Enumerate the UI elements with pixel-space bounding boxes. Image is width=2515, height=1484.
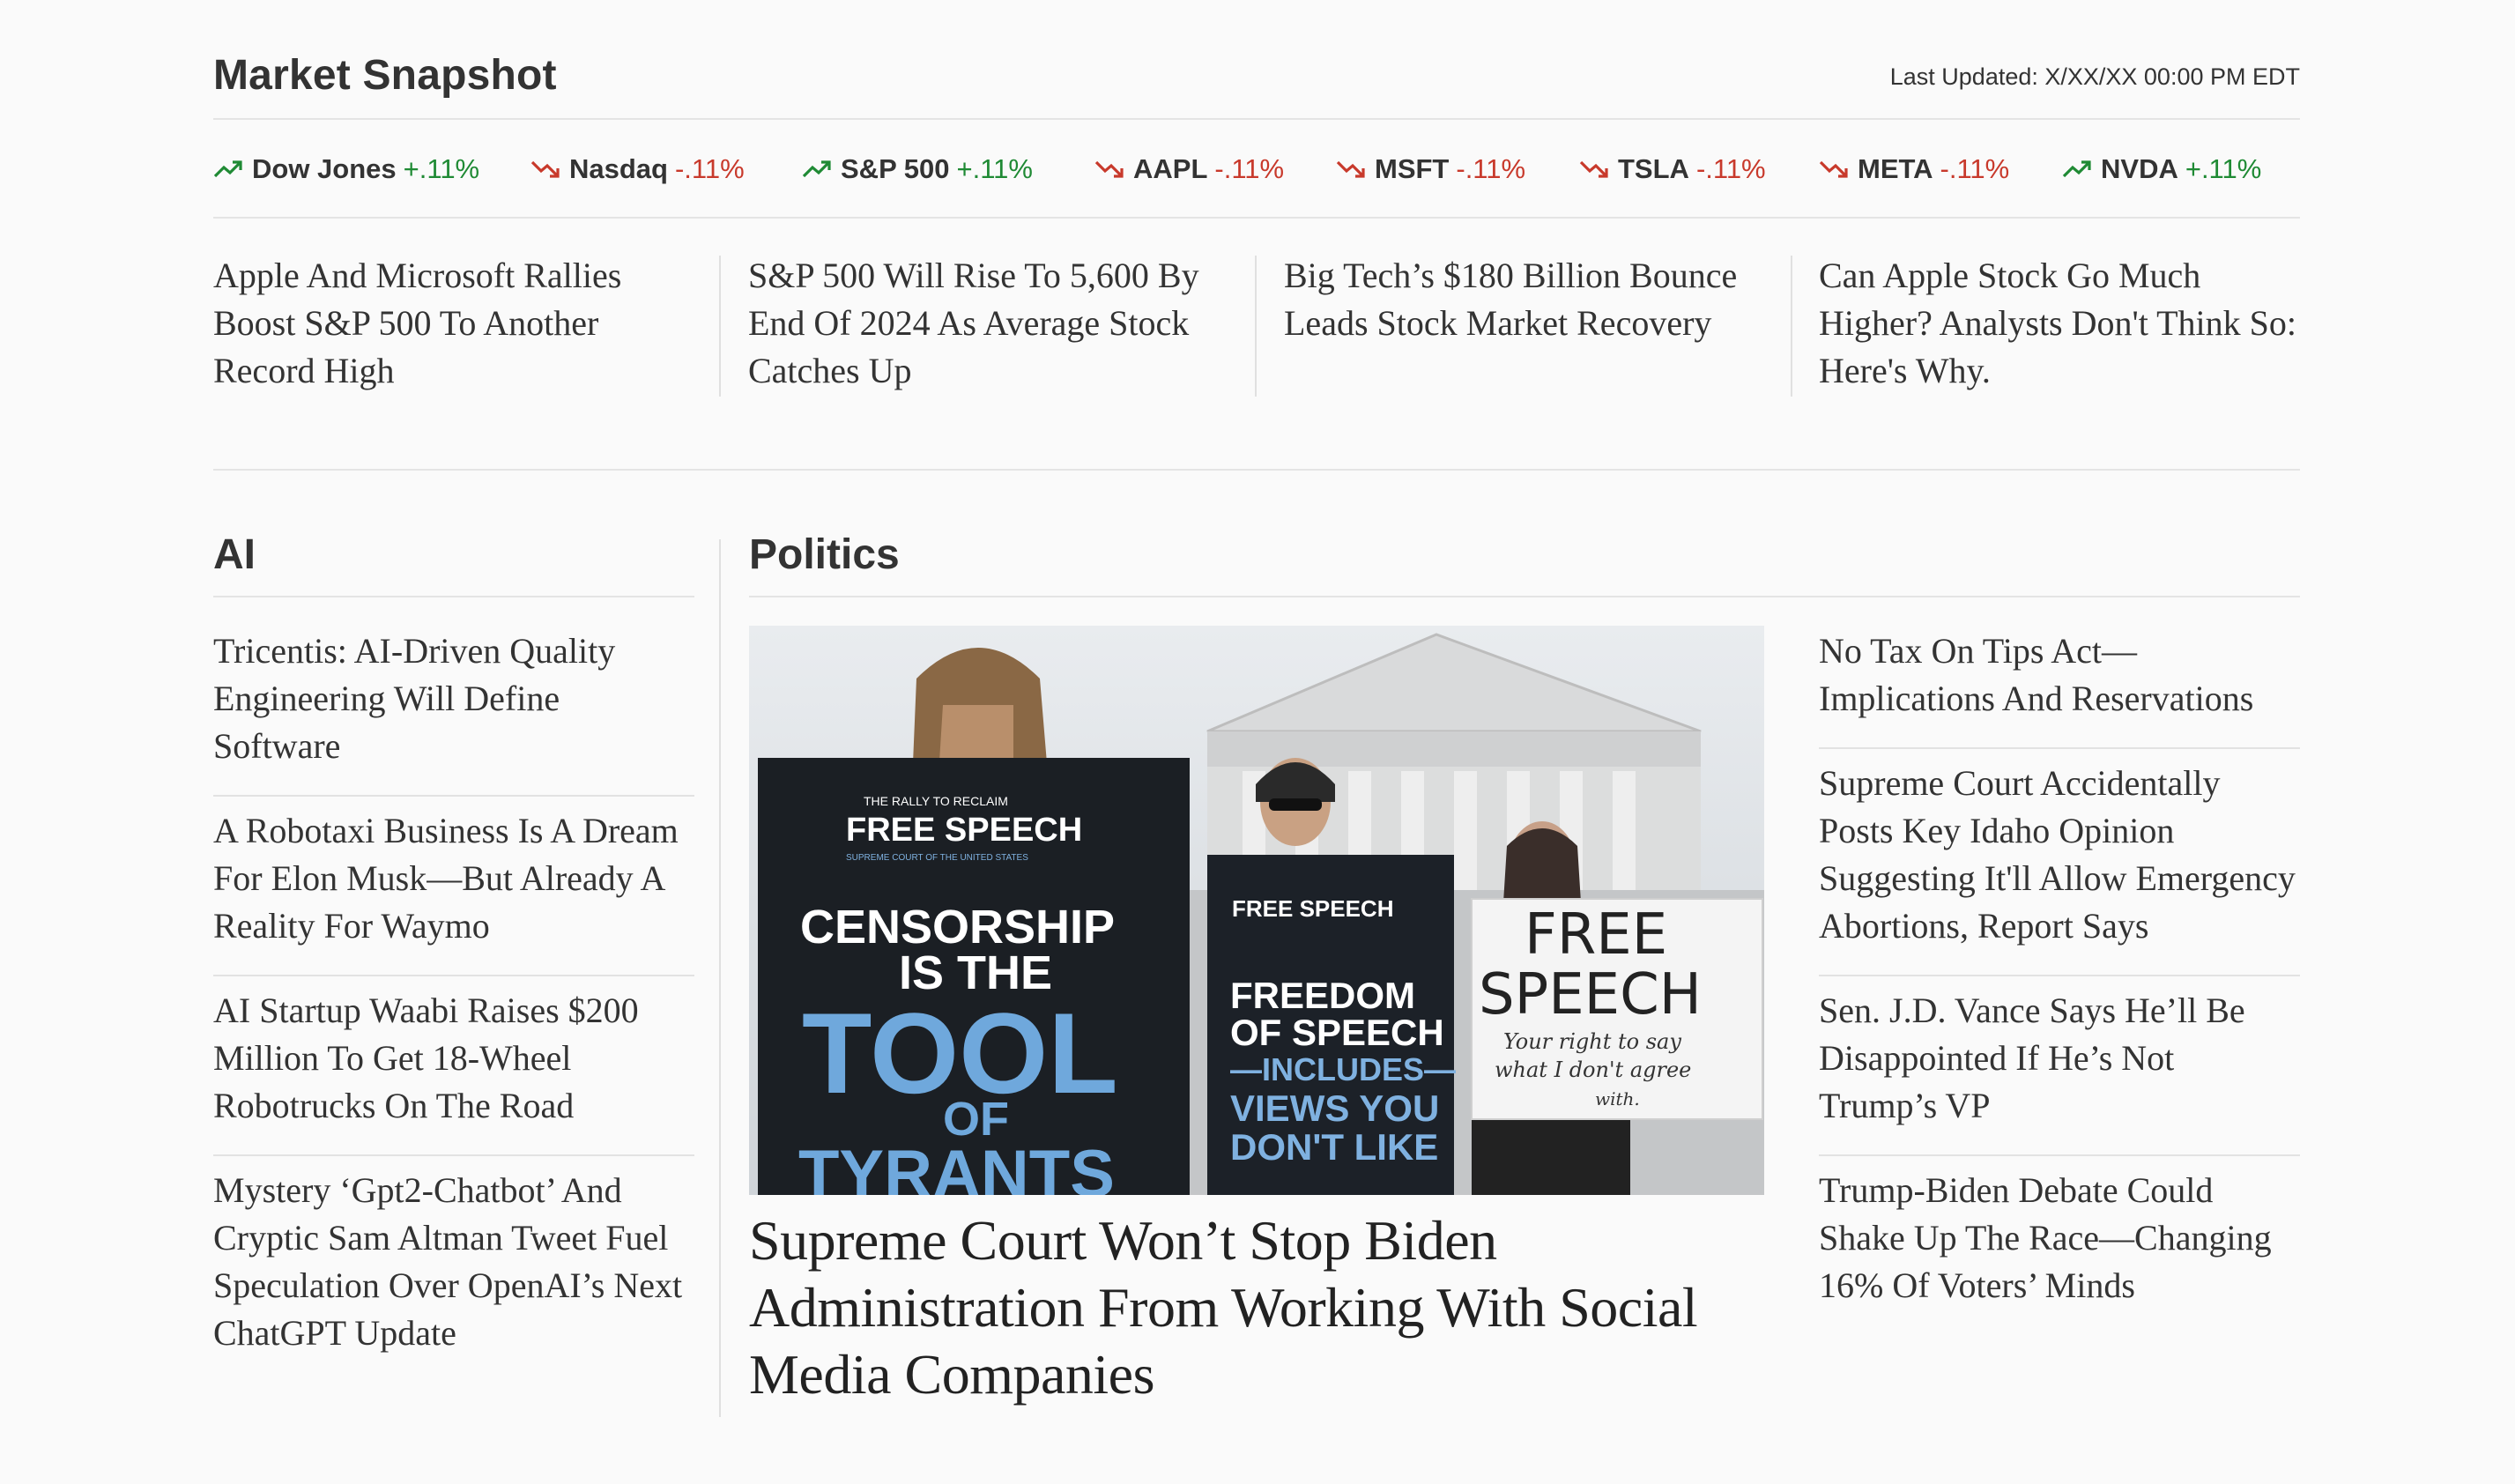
ticker-name: META (1858, 153, 1933, 184)
politics-section-title[interactable]: Politics (749, 531, 900, 579)
ai-section-title[interactable]: AI (213, 531, 256, 579)
ticker-name: AAPL (1133, 153, 1208, 184)
sign-text: what I don't agree (1495, 1057, 1691, 1082)
protest-photo: THE RALLY TO RECLAIM FREE SPEECH SUPREME… (749, 626, 1764, 1195)
trending-up-icon (2062, 160, 2091, 178)
trending-down-icon (1094, 160, 1124, 178)
story-title: AI Startup Waabi Raises $200 Million To … (213, 991, 639, 1125)
ticker-change: -.11% (674, 153, 745, 184)
trending-down-icon (530, 160, 560, 178)
ticker-name: Dow Jones (252, 153, 397, 184)
ticker-sp500[interactable]: S&P 500 +.11% (802, 150, 1033, 189)
story-title: Supreme Court Accidentally Posts Key Ida… (1819, 763, 2296, 946)
story-title: Mystery ‘Gpt2-Chatbot’ And Cryptic Sam A… (213, 1170, 683, 1353)
divider (213, 217, 2300, 219)
column-divider (1255, 256, 1257, 397)
politics-story[interactable]: Supreme Court Accidentally Posts Key Ida… (1819, 749, 2300, 976)
market-headlines: Apple And Microsoft Rallies Boost S&P 50… (213, 252, 2300, 398)
ticker-tsla[interactable]: TSLA -.11% (1579, 150, 1766, 189)
ticker-change: -.11% (1940, 153, 2010, 184)
ticker-meta[interactable]: META -.11% (1819, 150, 2009, 189)
ticker-change: +.11% (956, 153, 1033, 184)
ticker-dow-jones[interactable]: Dow Jones +.11% (213, 150, 479, 189)
trending-up-icon (213, 160, 242, 178)
market-snapshot-title: Market Snapshot (213, 52, 557, 99)
ticker-aapl[interactable]: AAPL -.11% (1094, 150, 1284, 189)
market-headline[interactable]: S&P 500 Will Rise To 5,600 By End Of 202… (748, 252, 1224, 398)
ticker-name: TSLA (1618, 153, 1689, 184)
sign-text: Your right to say (1503, 1029, 1681, 1054)
sign-text: FREE (1525, 902, 1667, 968)
divider (749, 596, 2300, 597)
sign-text: FREE SPEECH (846, 812, 1082, 849)
ticker-name: NVDA (2101, 153, 2178, 184)
trending-down-icon (1336, 160, 1365, 178)
market-headline[interactable]: Apple And Microsoft Rallies Boost S&P 50… (213, 252, 689, 398)
sign-text: VIEWS YOU (1230, 1087, 1439, 1129)
column-divider (1791, 256, 1792, 397)
sign-text: with. (1595, 1088, 1640, 1109)
sign-text: TYRANTS (798, 1137, 1115, 1195)
ticker-change: +.11% (403, 153, 480, 184)
sign-text: DON'T LIKE (1230, 1126, 1438, 1168)
market-header: Market Snapshot Last Updated: X/XX/XX 00… (213, 51, 2300, 108)
story-title: Tricentis: AI-Driven Quality Engineering… (213, 631, 616, 766)
story-title: Sen. J.D. Vance Says He’ll Be Disappoint… (1819, 991, 2245, 1125)
sign-text: FREE SPEECH (1232, 895, 1394, 922)
headline-text: Big Tech’s $180 Billion Bounce Leads Sto… (1284, 256, 1738, 343)
trending-down-icon (1579, 160, 1608, 178)
lead-story-photo[interactable]: THE RALLY TO RECLAIM FREE SPEECH SUPREME… (749, 626, 1764, 1195)
politics-story[interactable]: No Tax On Tips Act—Implications And Rese… (1819, 617, 2300, 749)
last-updated-text: Last Updated: X/XX/XX 00:00 PM EDT (1889, 63, 2300, 90)
ticker-msft[interactable]: MSFT -.11% (1336, 150, 1525, 189)
headline-text: Can Apple Stock Go Much Higher? Analysts… (1819, 256, 2297, 390)
ticker-change: -.11% (1214, 153, 1285, 184)
ai-story-list: Tricentis: AI-Driven Quality Engineering… (213, 617, 694, 1382)
divider (213, 596, 694, 597)
story-title: A Robotaxi Business Is A Dream For Elon … (213, 811, 679, 946)
ticker-nasdaq[interactable]: Nasdaq -.11% (530, 150, 745, 189)
lead-story-headline[interactable]: Supreme Court Won’t Stop Biden Administr… (749, 1207, 1771, 1408)
trending-up-icon (802, 160, 831, 178)
sign-text: THE RALLY TO RECLAIM (864, 794, 1008, 808)
ticker-bar: Dow Jones +.11% Nasdaq -.11% S&P 500 +.1… (213, 150, 2300, 189)
politics-story-list: No Tax On Tips Act—Implications And Rese… (1819, 617, 2300, 1334)
sign-text: SUPREME COURT OF THE UNITED STATES (846, 853, 1028, 863)
ai-story[interactable]: A Robotaxi Business Is A Dream For Elon … (213, 797, 694, 976)
ticker-name: Nasdaq (569, 153, 668, 184)
sign-text: —INCLUDES— (1230, 1051, 1456, 1087)
ticker-change: -.11% (1456, 153, 1526, 184)
ticker-nvda[interactable]: NVDA +.11% (2062, 150, 2261, 189)
story-title: No Tax On Tips Act—Implications And Rese… (1819, 631, 2254, 718)
politics-story[interactable]: Sen. J.D. Vance Says He’ll Be Disappoint… (1819, 976, 2300, 1156)
sign-text: SPEECH (1479, 962, 1702, 1028)
sign-text: OF SPEECH (1230, 1012, 1444, 1053)
story-title: Trump-Biden Debate Could Shake Up The Ra… (1819, 1170, 2272, 1305)
sign-text: FREEDOM (1230, 975, 1415, 1016)
sign-text: CENSORSHIP (800, 901, 1115, 953)
divider (213, 118, 2300, 120)
ai-story[interactable]: AI Startup Waabi Raises $200 Million To … (213, 976, 694, 1156)
ticker-change: +.11% (2185, 153, 2262, 184)
trending-down-icon (1819, 160, 1848, 178)
headline-text: S&P 500 Will Rise To 5,600 By End Of 202… (748, 256, 1199, 390)
column-divider (719, 539, 721, 1417)
ai-story[interactable]: Mystery ‘Gpt2-Chatbot’ And Cryptic Sam A… (213, 1156, 694, 1382)
section-divider (213, 469, 2300, 471)
column-divider (719, 256, 721, 397)
market-headline[interactable]: Big Tech’s $180 Billion Bounce Leads Sto… (1284, 252, 1760, 398)
ticker-name: MSFT (1375, 153, 1450, 184)
ai-story[interactable]: Tricentis: AI-Driven Quality Engineering… (213, 617, 694, 797)
market-headline[interactable]: Can Apple Stock Go Much Higher? Analysts… (1819, 252, 2300, 398)
headline-text: Apple And Microsoft Rallies Boost S&P 50… (213, 256, 622, 390)
politics-story[interactable]: Trump-Biden Debate Could Shake Up The Ra… (1819, 1156, 2300, 1334)
ticker-change: -.11% (1695, 153, 1766, 184)
ticker-name: S&P 500 (841, 153, 950, 184)
